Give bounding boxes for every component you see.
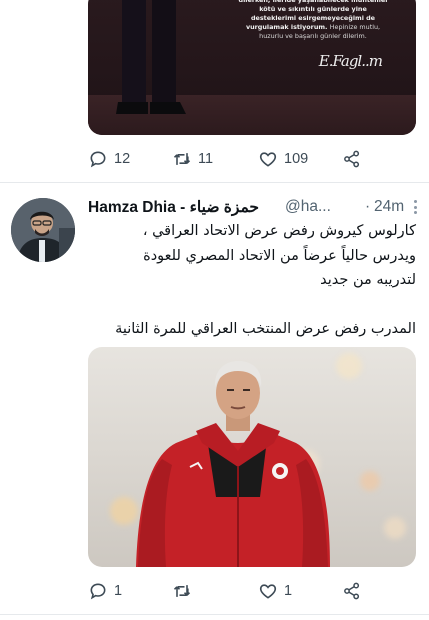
like-count: 109 bbox=[284, 151, 309, 167]
coach-photo bbox=[136, 361, 330, 567]
tweet-text-line: لتدريبه من جديد bbox=[320, 272, 416, 288]
like-button[interactable]: 109 bbox=[258, 148, 308, 170]
share-icon bbox=[344, 150, 360, 168]
share-icon bbox=[344, 582, 360, 600]
reply-count: 1 bbox=[114, 583, 123, 599]
tweet-header: Hamza Dhia - حمزة ضياء @ha... · 24m bbox=[88, 198, 418, 218]
retweet-icon bbox=[173, 585, 191, 597]
reply-button[interactable]: 12 bbox=[88, 148, 130, 170]
author-name[interactable]: Hamza Dhia - حمزة ضياء bbox=[88, 198, 259, 217]
avatar[interactable] bbox=[11, 198, 75, 262]
reply-button[interactable]: 1 bbox=[88, 580, 122, 602]
media-caption-text: dilerken, ileride yaşanabilecek muhtemel… bbox=[238, 0, 388, 40]
tweet-divider bbox=[0, 182, 429, 183]
profile-photo bbox=[11, 198, 75, 262]
reply-icon bbox=[90, 151, 106, 168]
reply-icon bbox=[90, 583, 106, 600]
retweet-count: 11 bbox=[198, 151, 214, 167]
timestamp[interactable]: 24m bbox=[374, 198, 404, 216]
tweet-text-line: ويدرس حالياً عرضاً من الاتحاد المصري للع… bbox=[143, 248, 416, 264]
retweet-button[interactable]: 11 bbox=[172, 148, 213, 170]
reply-count: 12 bbox=[114, 151, 131, 167]
tweet-text-line: كارلوس كيروش رفض عرض الاتحاد العراقي ، bbox=[142, 223, 416, 239]
share-button[interactable] bbox=[342, 580, 362, 602]
tweet-divider bbox=[0, 614, 429, 615]
like-count: 1 bbox=[284, 583, 293, 599]
tweet-media-image[interactable] bbox=[88, 347, 416, 567]
more-options-icon[interactable] bbox=[414, 200, 418, 214]
signature-image: E.Fagl..m bbox=[318, 52, 383, 70]
tweet-previous[interactable]: dilerken, ileride yaşanabilecek muhtemel… bbox=[0, 0, 429, 180]
retweet-icon bbox=[173, 153, 191, 165]
retweet-button[interactable] bbox=[172, 580, 198, 602]
person-legs-graphic bbox=[116, 0, 186, 114]
author-handle[interactable]: @ha... bbox=[285, 198, 331, 216]
tweet-text-line: المدرب رفض عرض المنتخب العراقي للمرة الث… bbox=[115, 321, 416, 337]
tweet-actions: 12 11 109 bbox=[88, 148, 418, 170]
heart-icon bbox=[259, 584, 277, 599]
tweet-actions: 1 1 bbox=[88, 580, 418, 602]
separator-dot: · bbox=[365, 198, 371, 215]
tweet-media-image[interactable]: dilerken, ileride yaşanabilecek muhtemel… bbox=[88, 0, 416, 135]
like-button[interactable]: 1 bbox=[258, 580, 292, 602]
heart-icon bbox=[259, 152, 277, 167]
share-button[interactable] bbox=[342, 148, 362, 170]
